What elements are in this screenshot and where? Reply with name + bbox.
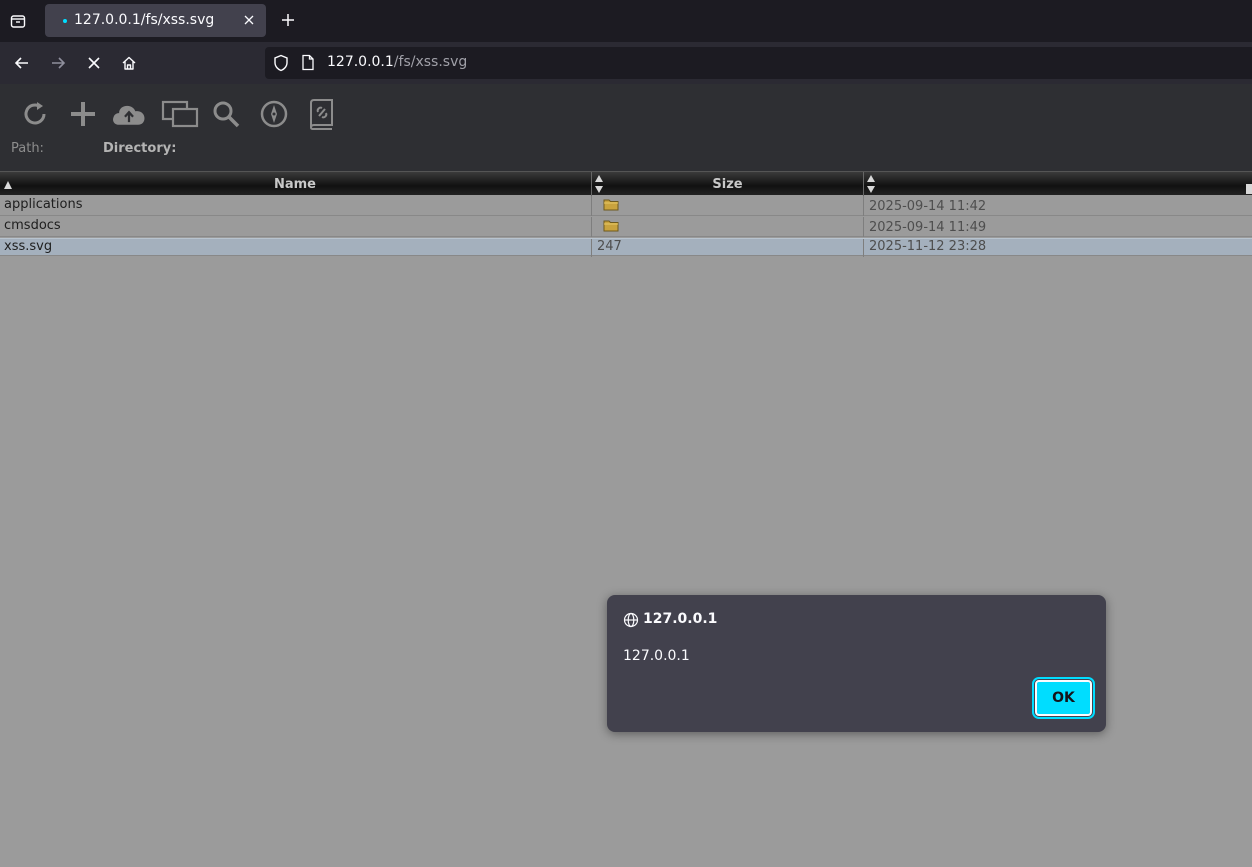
link-book-icon[interactable] [304,96,340,132]
url-text[interactable]: 127.0.0.1/fs/xss.svg [327,54,467,70]
tab-strip: 127.0.0.1/fs/xss.svg [0,0,1252,42]
compass-icon[interactable] [256,96,292,132]
column-divider [863,217,864,237]
navigation-bar: 127.0.0.1/fs/xss.svg [0,42,1252,84]
add-icon[interactable] [65,96,101,132]
page-icon[interactable] [301,54,315,75]
column-divider [591,196,592,216]
close-icon[interactable] [240,11,258,29]
shield-icon[interactable] [273,54,289,76]
alert-origin: 127.0.0.1 [643,611,718,627]
windows-icon[interactable] [160,96,200,132]
url-host: 127.0.0.1 [327,54,394,70]
back-arrow-icon[interactable] [10,51,34,75]
column-divider [591,239,592,257]
tab-title: 127.0.0.1/fs/xss.svg [74,12,215,28]
file-date: 2025-09-14 11:49 [869,220,987,235]
column-divider [863,196,864,216]
column-divider[interactable] [863,172,864,196]
stop-icon[interactable] [82,51,106,75]
folder-icon [603,198,619,215]
new-tab-icon[interactable] [277,9,299,31]
page-content: Path: Directory: Name Size applications … [0,84,1252,867]
path-label: Path: [11,141,44,156]
column-divider [591,217,592,237]
alert-message: 127.0.0.1 [623,648,690,664]
globe-icon [623,612,639,632]
upload-cloud-icon[interactable] [111,96,147,132]
column-divider [863,239,864,257]
ok-button[interactable]: OK [1032,677,1095,719]
file-name[interactable]: applications [4,197,82,212]
forward-arrow-icon[interactable] [46,51,70,75]
column-header-size[interactable]: Size [592,172,863,196]
file-size: 247 [597,239,622,254]
home-icon[interactable] [117,51,141,75]
column-header-name[interactable]: Name [0,172,590,196]
sort-both-icon[interactable] [866,174,876,198]
table-row[interactable]: cmsdocs 2025-09-14 11:49 [0,217,1252,237]
loading-dot-icon [63,19,67,23]
url-path: /fs/xss.svg [393,54,468,70]
file-toolbar: Path: Directory: [0,84,1252,171]
file-date: 2025-11-12 23:28 [869,239,987,254]
tab-active[interactable]: 127.0.0.1/fs/xss.svg [45,4,266,37]
file-name[interactable]: xss.svg [4,239,52,254]
search-icon[interactable] [208,96,244,132]
file-name[interactable]: cmsdocs [4,218,61,233]
table-header: Name Size [0,171,1252,198]
tab-list-icon[interactable] [6,9,30,33]
table-row[interactable]: applications 2025-09-14 11:42 [0,196,1252,216]
folder-icon [603,219,619,236]
alert-dialog: 127.0.0.1 127.0.0.1 OK [607,595,1106,732]
refresh-icon[interactable] [17,96,53,132]
file-date: 2025-09-14 11:42 [869,199,987,214]
url-bar[interactable]: 127.0.0.1/fs/xss.svg [265,47,1252,79]
directory-label: Directory: [103,141,177,156]
table-row-selected[interactable]: xss.svg 247 2025-11-12 23:28 [0,238,1252,257]
